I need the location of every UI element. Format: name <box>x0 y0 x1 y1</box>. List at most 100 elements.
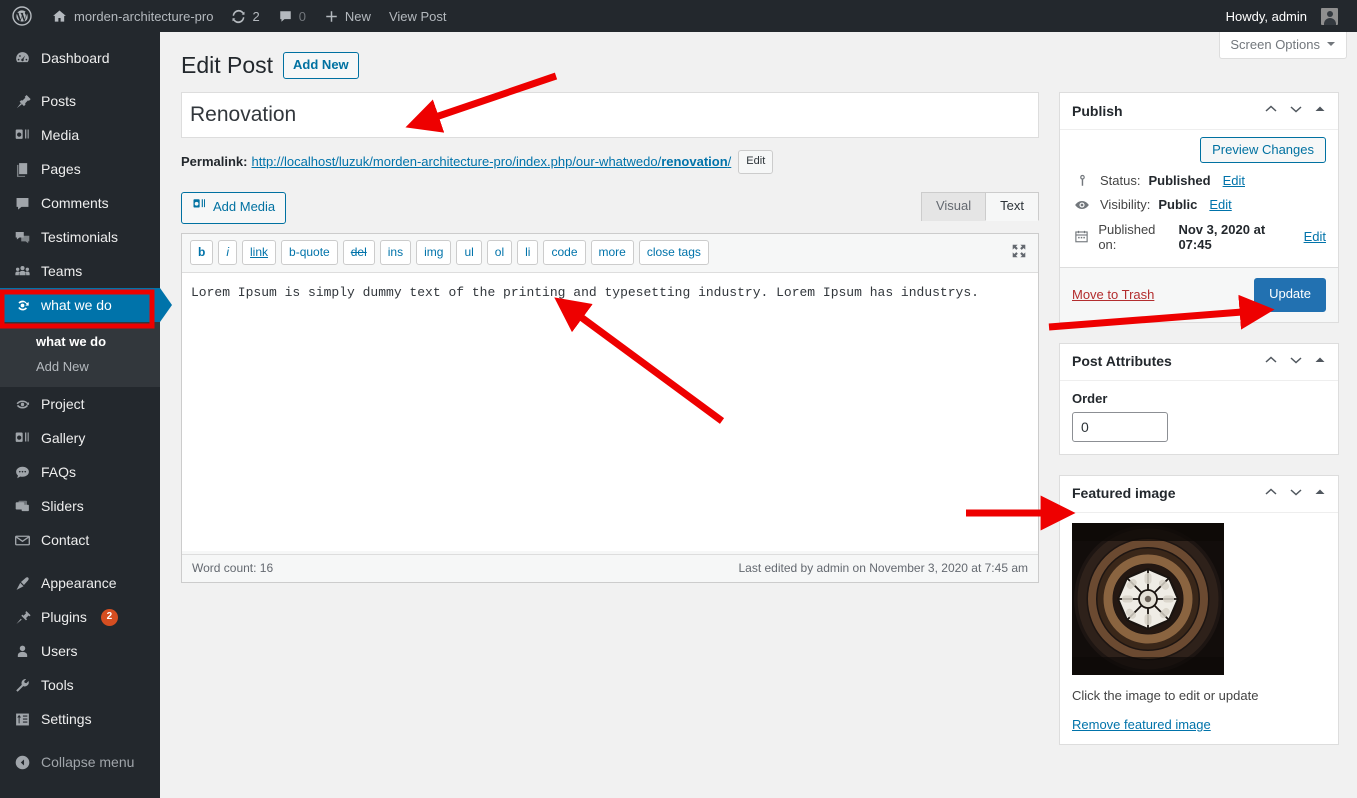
what-we-do-icon <box>12 297 32 314</box>
quicktag-link[interactable]: link <box>242 240 277 266</box>
tab-visual[interactable]: Visual <box>920 191 987 221</box>
permalink-link[interactable]: http://localhost/luzuk/morden-architectu… <box>251 154 731 169</box>
comments-button[interactable]: 0 <box>269 0 315 32</box>
quicktag-li[interactable]: li <box>517 240 539 266</box>
media-buttons: Add Media Visual Text <box>181 191 1039 225</box>
collapse-arrow-icon <box>12 754 32 771</box>
fullscreen-expand-icon[interactable] <box>1010 242 1028 263</box>
permalink-row: Permalink: http://localhost/luzuk/morden… <box>181 150 1039 174</box>
publish-metabox-title: Publish <box>1072 102 1123 119</box>
view-post-label: View Post <box>388 8 447 24</box>
calendar-icon <box>1072 229 1090 244</box>
add-media-button[interactable]: Add Media <box>181 191 287 225</box>
new-content-button[interactable]: New <box>315 0 380 32</box>
chevron-up-icon[interactable] <box>1264 353 1278 370</box>
submenu-item-what-we-do[interactable]: what we do <box>0 329 160 354</box>
published-on-edit-link[interactable]: Edit <box>1304 229 1326 244</box>
wordpress-logo-icon <box>12 6 32 26</box>
featured-image-thumbnail[interactable] <box>1072 522 1224 675</box>
status-edit-link[interactable]: Edit <box>1223 173 1245 188</box>
visibility-row: Visibility: Public Edit <box>1060 193 1338 218</box>
my-account-button[interactable]: Howdy, admin <box>1217 0 1347 32</box>
sidebar-item-tools[interactable]: Tools <box>0 668 160 702</box>
metabox-actions <box>1264 485 1326 502</box>
sidebar-item-label: Settings <box>41 711 92 727</box>
sidebar-item-project[interactable]: Project <box>0 387 160 421</box>
sidebar-item-settings[interactable]: Settings <box>0 702 160 736</box>
collapse-menu-button[interactable]: Collapse menu <box>0 745 160 779</box>
screen-options-button[interactable]: Screen Options <box>1219 32 1347 59</box>
sidebar-item-gallery[interactable]: Gallery <box>0 421 160 455</box>
published-on-row: Published on: Nov 3, 2020 at 07:45 Edit <box>1060 218 1338 257</box>
comment-bubble-icon <box>12 195 32 212</box>
menu-separator-1 <box>0 75 160 84</box>
sidebar-item-sliders[interactable]: Sliders <box>0 489 160 523</box>
sidebar-item-testimonials[interactable]: Testimonials <box>0 220 160 254</box>
sidebar-item-appearance[interactable]: Appearance <box>0 566 160 600</box>
move-to-trash-link[interactable]: Move to Trash <box>1072 287 1154 302</box>
sidebar-item-what-we-do[interactable]: what we do <box>0 288 172 322</box>
featured-image-metabox: Featured image Click the image to edit o… <box>1059 474 1339 745</box>
title-field-wrapper <box>181 92 1039 138</box>
sidebar-item-teams[interactable]: Teams <box>0 254 160 288</box>
updates-button[interactable]: 2 <box>222 0 268 32</box>
quicktag-del[interactable]: del <box>342 240 375 266</box>
status-label: Status: <box>1100 172 1141 188</box>
metabox-toggle-icon[interactable] <box>1314 486 1326 501</box>
quicktag-bold[interactable]: b <box>190 240 214 266</box>
sidebar-item-comments[interactable]: Comments <box>0 186 160 220</box>
sidebar-item-contact[interactable]: Contact <box>0 523 160 557</box>
add-new-button[interactable]: Add New <box>283 52 359 80</box>
remove-featured-image-link[interactable]: Remove featured image <box>1072 717 1211 732</box>
featured-image-title: Featured image <box>1072 485 1176 502</box>
visibility-edit-link[interactable]: Edit <box>1209 197 1231 212</box>
quicktag-close-tags[interactable]: close tags <box>638 240 709 266</box>
sidebar-item-dashboard[interactable]: Dashboard <box>0 41 160 75</box>
quicktag-ul[interactable]: ul <box>456 240 482 266</box>
preview-changes-button[interactable]: Preview Changes <box>1200 137 1326 163</box>
settings-sliders-icon <box>12 711 32 728</box>
chevron-down-icon <box>1326 37 1336 52</box>
quicktag-code[interactable]: code <box>543 240 586 266</box>
sidebar-item-posts[interactable]: Posts <box>0 84 160 118</box>
metabox-toggle-icon[interactable] <box>1314 103 1326 118</box>
featured-image-caption: Click the image to edit or update <box>1072 687 1259 703</box>
chevron-down-icon[interactable] <box>1289 102 1303 119</box>
sidebar-item-label: Users <box>41 643 78 659</box>
avatar <box>1321 7 1338 25</box>
sidebar-item-users[interactable]: Users <box>0 634 160 668</box>
permalink-label: Permalink: <box>181 154 248 170</box>
edit-slug-button[interactable]: Edit <box>738 150 774 174</box>
post-content-textarea[interactable]: Lorem Ipsum is simply dummy text of the … <box>182 273 1038 552</box>
editor-box: b i link b-quote del ins img ul ol li co… <box>181 233 1039 584</box>
published-on-value: Nov 3, 2020 at 07:45 <box>1178 221 1266 252</box>
status-row: Status: Published Edit <box>1060 169 1338 193</box>
quicktag-ol[interactable]: ol <box>486 240 513 266</box>
sidebar-item-pages[interactable]: Pages <box>0 152 160 186</box>
chevron-down-icon[interactable] <box>1289 353 1303 370</box>
menu-order-input[interactable] <box>1072 411 1168 442</box>
submenu-item-add-new[interactable]: Add New <box>0 354 160 379</box>
sidebar-item-plugins[interactable]: Plugins 2 <box>0 600 160 634</box>
chevron-up-icon[interactable] <box>1264 102 1278 119</box>
post-title-input[interactable] <box>182 93 1038 137</box>
quicktag-img[interactable]: img <box>416 240 452 266</box>
howdy-label: Howdy, admin <box>1225 8 1307 24</box>
sidebar-item-faqs[interactable]: FAQs <box>0 455 160 489</box>
quicktag-bquote[interactable]: b-quote <box>281 240 338 266</box>
quicktag-italic[interactable]: i <box>218 240 238 266</box>
chevron-down-icon[interactable] <box>1289 485 1303 502</box>
update-button[interactable]: Update <box>1254 277 1326 312</box>
wordpress-logo-button[interactable] <box>0 0 42 32</box>
site-name-button[interactable]: morden-architecture-pro <box>42 0 222 32</box>
sidebar-item-label: Pages <box>41 161 81 177</box>
metabox-toggle-icon[interactable] <box>1314 354 1326 369</box>
quicktag-more[interactable]: more <box>590 240 634 266</box>
last-edited: Last edited by admin on November 3, 2020… <box>738 561 1028 576</box>
sidebar-item-media[interactable]: Media <box>0 118 160 152</box>
quicktag-ins[interactable]: ins <box>379 240 412 266</box>
chevron-up-icon[interactable] <box>1264 485 1278 502</box>
project-icon <box>12 396 32 413</box>
view-post-button[interactable]: View Post <box>380 0 456 32</box>
tab-text[interactable]: Text <box>985 191 1039 221</box>
